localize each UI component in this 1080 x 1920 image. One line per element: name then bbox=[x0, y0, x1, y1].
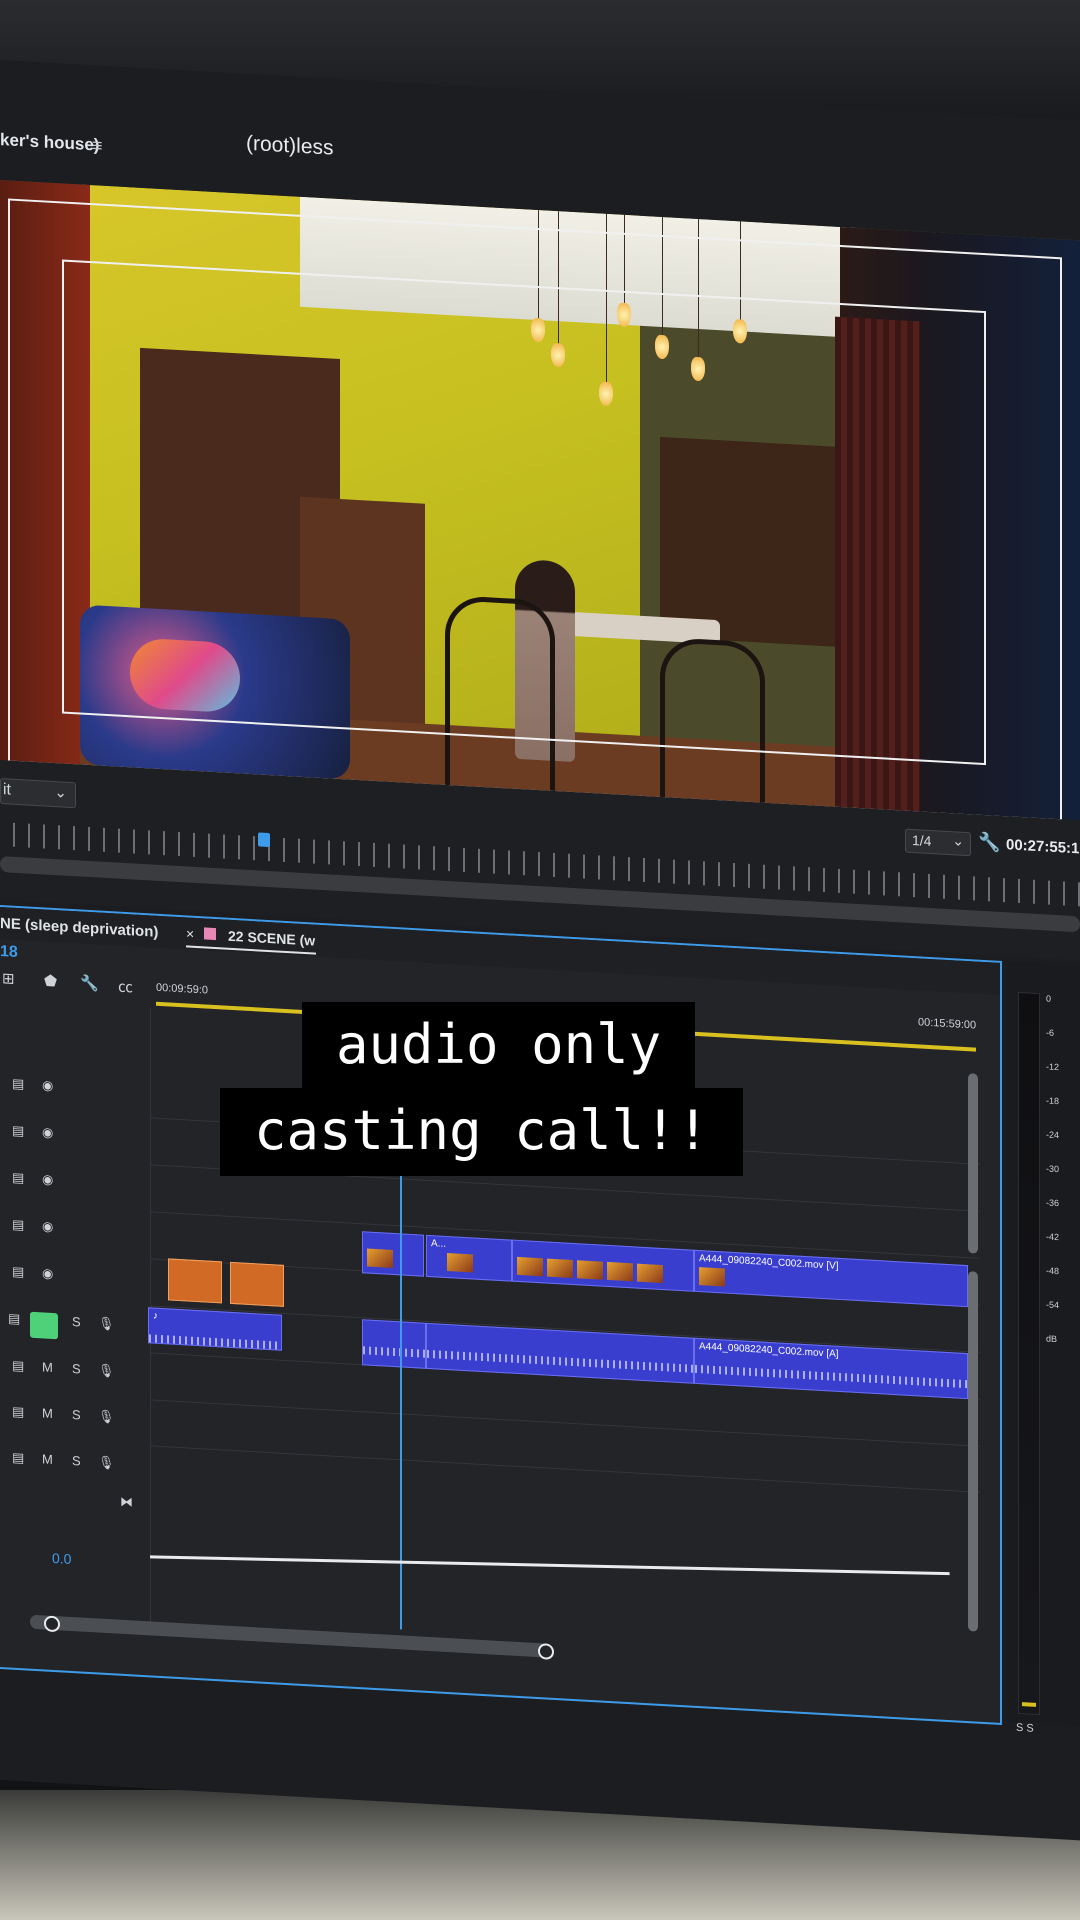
clip-thumbnail bbox=[517, 1256, 543, 1277]
eye-icon[interactable]: ◉ bbox=[42, 1265, 53, 1282]
waveform bbox=[149, 1334, 281, 1350]
solo-button[interactable]: S bbox=[72, 1361, 81, 1376]
captions-icon[interactable]: ㏄ bbox=[118, 976, 133, 998]
solo-button[interactable]: S bbox=[72, 1407, 81, 1422]
clip-label: A... bbox=[431, 1238, 447, 1250]
scrollbar-handle-left[interactable] bbox=[44, 1615, 60, 1633]
track-header-a4: ▤ M S 🎙 bbox=[0, 1443, 150, 1481]
clip-thumbnail bbox=[367, 1248, 393, 1268]
scrollbar-handle-right[interactable] bbox=[538, 1643, 554, 1660]
title-safe-inner bbox=[62, 259, 986, 766]
music-note-icon: ♪ bbox=[153, 1310, 158, 1322]
clip-thumbnail bbox=[637, 1263, 663, 1284]
track-header-a3: ▤ M S 🎙 bbox=[0, 1397, 150, 1435]
audio-clip[interactable] bbox=[362, 1319, 426, 1369]
program-monitor-title: (root)less bbox=[246, 131, 334, 160]
wrench-icon[interactable]: 🔧 bbox=[978, 832, 1000, 854]
volume-value[interactable]: 0.0 bbox=[52, 1550, 71, 1567]
caption-box: audio only bbox=[302, 1002, 696, 1088]
caption-line-1: audio only bbox=[336, 1013, 662, 1076]
sequence-color-swatch bbox=[204, 927, 216, 941]
mute-button[interactable]: M bbox=[42, 1451, 53, 1467]
audio-clip[interactable] bbox=[426, 1322, 694, 1384]
premiere-screen: ker's house) ≡ (root)less it ⌄ 1/4 ⌄ 🔧 0… bbox=[0, 60, 1080, 1841]
film-icon[interactable]: ▤ bbox=[8, 1310, 20, 1327]
duration-timecode: 00:27:55:10 bbox=[1006, 836, 1080, 858]
audio-clip[interactable]: ♪ bbox=[148, 1307, 282, 1351]
mute-button[interactable]: M bbox=[42, 1359, 53, 1375]
meter-solo-buttons[interactable]: S S bbox=[1016, 1722, 1034, 1735]
program-video-frame[interactable] bbox=[0, 180, 1080, 831]
waveform bbox=[427, 1349, 693, 1373]
caption-box: casting call!! bbox=[220, 1088, 744, 1176]
clip-label: A444_09082240_C002.mov [A] bbox=[699, 1341, 839, 1360]
meter-tick: -42 bbox=[1046, 1231, 1060, 1243]
microphone-icon[interactable]: 🎙 bbox=[98, 1408, 115, 1425]
playback-resolution-select[interactable]: 1/4 ⌄ bbox=[905, 828, 971, 857]
fit-zoom-select[interactable]: it ⌄ bbox=[0, 778, 76, 809]
clip-thumbnail bbox=[447, 1252, 473, 1273]
timeline-toolbar: ⊞ ⬟ 🔧 ㏄ bbox=[0, 969, 150, 1003]
wrench-icon[interactable]: 🔧 bbox=[80, 973, 99, 992]
audio-clip-a444-a[interactable]: A444_09082240_C002.mov [A] bbox=[694, 1337, 968, 1400]
waveform bbox=[695, 1364, 967, 1389]
microphone-icon[interactable]: 🎙 bbox=[98, 1315, 115, 1332]
track-divider bbox=[150, 1399, 980, 1447]
program-sequence-tab[interactable]: ker's house) bbox=[0, 130, 99, 156]
clip-thumbnail bbox=[699, 1267, 725, 1287]
video-clip[interactable] bbox=[512, 1239, 694, 1292]
microphone-icon[interactable]: 🎙 bbox=[98, 1362, 115, 1379]
meter-level bbox=[1022, 1702, 1036, 1707]
track-header-a2: ▤ M S 🎙 bbox=[0, 1351, 150, 1389]
solo-button[interactable]: S bbox=[72, 1314, 81, 1329]
meter-tick: -54 bbox=[1046, 1299, 1060, 1311]
clip-thumbnail bbox=[547, 1258, 573, 1279]
microphone-icon[interactable]: 🎙 bbox=[98, 1454, 115, 1471]
track-header-v2: ▤ ◉ bbox=[0, 1210, 150, 1248]
close-icon[interactable]: × bbox=[186, 925, 194, 941]
mute-button[interactable]: M bbox=[42, 1405, 53, 1421]
fit-zoom-value: it bbox=[3, 781, 11, 799]
keyframe-nav-icon[interactable]: ⧓ bbox=[120, 1494, 133, 1511]
caption-line-2: casting call!! bbox=[254, 1099, 710, 1162]
meter-tick: -36 bbox=[1046, 1197, 1060, 1209]
caption-overlay: audio only casting call!! bbox=[0, 1000, 1080, 1190]
hamburger-menu-icon[interactable]: ≡ bbox=[92, 135, 103, 157]
waveform bbox=[363, 1346, 425, 1358]
meter-tick: dB bbox=[1046, 1333, 1058, 1345]
video-clip-a444-v[interactable]: A444_09082240_C002.mov [V] bbox=[694, 1249, 968, 1308]
timeline-timecode[interactable]: 18 bbox=[0, 943, 18, 962]
meter-tick: -48 bbox=[1046, 1265, 1060, 1277]
clip-thumbnail bbox=[607, 1261, 633, 1282]
monitor-playhead[interactable] bbox=[258, 832, 270, 848]
video-clip[interactable] bbox=[362, 1231, 424, 1277]
film-icon[interactable]: ▤ bbox=[12, 1358, 24, 1375]
marker-icon[interactable]: ⬟ bbox=[44, 971, 57, 990]
chevron-down-icon: ⌄ bbox=[952, 832, 964, 849]
audio-track-scrollbar[interactable] bbox=[968, 1271, 978, 1632]
film-icon[interactable]: ▤ bbox=[12, 1450, 24, 1467]
video-clip[interactable] bbox=[230, 1261, 284, 1307]
track-divider bbox=[150, 1445, 980, 1493]
film-icon[interactable]: ▤ bbox=[12, 1217, 24, 1234]
timeline-ruler-start: 00:09:59:0 bbox=[156, 981, 208, 997]
track-header-v1: ▤ ◉ bbox=[0, 1257, 150, 1295]
track-header-a1: ▤ S 🎙 bbox=[0, 1304, 150, 1346]
eye-icon[interactable]: ◉ bbox=[42, 1218, 53, 1235]
film-icon[interactable]: ▤ bbox=[12, 1404, 24, 1421]
video-clip[interactable] bbox=[168, 1258, 222, 1304]
playback-resolution-value: 1/4 bbox=[912, 831, 932, 850]
video-clip[interactable]: A... bbox=[426, 1234, 512, 1282]
solo-button[interactable]: S bbox=[72, 1453, 81, 1468]
source-patch-a1[interactable] bbox=[30, 1311, 58, 1340]
chevron-down-icon: ⌄ bbox=[54, 784, 67, 802]
film-icon[interactable]: ▤ bbox=[12, 1264, 24, 1281]
clip-thumbnail bbox=[577, 1260, 603, 1280]
insert-sequence-icon[interactable]: ⊞ bbox=[2, 969, 15, 988]
